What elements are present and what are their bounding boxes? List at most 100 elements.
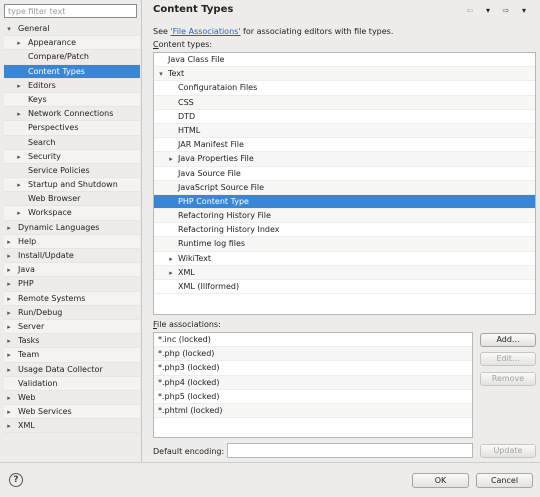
tree-item-editors[interactable]: ▸ Editors <box>4 78 140 93</box>
content-type-html[interactable]: HTML <box>154 123 535 139</box>
expand-closed-icon[interactable]: ▸ <box>4 405 14 419</box>
expand-closed-icon[interactable]: ▸ <box>4 320 14 334</box>
content-type-dtd[interactable]: DTD <box>154 110 535 124</box>
content-type-xml-illformed[interactable]: XML (Illformed) <box>154 280 535 295</box>
tree-item-remote-systems[interactable]: ▸ Remote Systems <box>4 291 140 306</box>
expand-closed-icon[interactable]: ▸ <box>14 36 24 50</box>
expand-closed-icon[interactable]: ▸ <box>4 263 14 277</box>
content-type-wikitext[interactable]: ▸ WikiText <box>154 252 535 266</box>
expand-closed-icon[interactable]: ▸ <box>4 221 14 235</box>
tree-item-startup-and-shutdown[interactable]: ▸ Startup and Shutdown <box>4 178 140 193</box>
tree-item-label: Network Connections <box>28 109 114 119</box>
chevron-down-icon[interactable]: ▾ <box>516 5 532 16</box>
file-association-item[interactable]: *.inc (locked) <box>154 333 472 348</box>
add-button[interactable]: Add... <box>480 333 536 347</box>
expand-closed-icon[interactable]: ▸ <box>4 249 14 263</box>
expand-closed-icon[interactable]: ▸ <box>4 334 14 348</box>
tree-item-server[interactable]: ▸ Server <box>4 319 140 335</box>
content-type-configurataion-files[interactable]: Configurataion Files <box>154 81 535 96</box>
content-type-php-content-type[interactable]: PHP Content Type <box>154 194 535 210</box>
tree-item-label: XML <box>18 421 35 431</box>
ok-button[interactable]: OK <box>412 473 469 488</box>
file-association-item[interactable]: *.php (locked) <box>154 347 472 362</box>
tree-item-help[interactable]: ▸ Help <box>4 234 140 249</box>
tree-item-general[interactable]: ▾ General <box>4 22 140 37</box>
tree-item-java[interactable]: ▸ Java <box>4 263 140 278</box>
tree-item-web[interactable]: ▸ Web <box>4 390 140 406</box>
tree-item-label: Install/Update <box>18 251 74 260</box>
default-encoding-input[interactable] <box>227 443 473 458</box>
tree-item-appearance[interactable]: ▸ Appearance <box>4 36 140 51</box>
tree-item-label: Remote Systems <box>18 293 86 303</box>
back-arrow-icon[interactable]: ⇦ <box>462 5 478 16</box>
expand-closed-icon[interactable]: ▸ <box>14 150 24 164</box>
dialog-button-bar: ? OK Cancel <box>0 462 540 497</box>
help-icon[interactable]: ? <box>9 473 23 487</box>
tree-item-tasks[interactable]: ▸ Tasks <box>4 334 140 349</box>
file-association-item[interactable]: *.phtml (locked) <box>154 403 472 419</box>
tree-item-perspectives[interactable]: Perspectives <box>4 121 140 136</box>
file-association-item[interactable]: *.php5 (locked) <box>154 390 472 404</box>
expand-closed-icon[interactable]: ▸ <box>166 152 176 166</box>
content-type-java-class-file[interactable]: Java Class File <box>154 53 535 68</box>
expand-closed-icon[interactable]: ▸ <box>4 363 14 377</box>
chevron-down-icon[interactable]: ▾ <box>480 5 496 16</box>
tree-item-usage-data-collector[interactable]: ▸ Usage Data Collector <box>4 362 140 377</box>
tree-item-search[interactable]: Search <box>4 135 140 150</box>
tree-item-team[interactable]: ▸ Team <box>4 348 140 363</box>
tree-item-service-policies[interactable]: Service Policies <box>4 163 140 179</box>
tree-item-dynamic-languages[interactable]: ▸ Dynamic Languages <box>4 220 140 235</box>
remove-button[interactable]: Remove <box>480 372 536 386</box>
cancel-button[interactable]: Cancel <box>476 473 533 488</box>
update-button[interactable]: Update <box>480 444 536 458</box>
content-type-jar-manifest-file[interactable]: JAR Manifest File <box>154 138 535 153</box>
tree-item-content-types[interactable]: Content Types <box>4 64 140 79</box>
expand-closed-icon[interactable]: ▸ <box>4 292 14 306</box>
tree-item-php[interactable]: ▸ PHP <box>4 277 140 292</box>
content-type-java-source-file[interactable]: Java Source File <box>154 167 535 181</box>
expand-closed-icon[interactable]: ▸ <box>4 348 14 362</box>
expand-closed-icon[interactable]: ▸ <box>4 235 14 249</box>
content-type-java-properties-file[interactable]: ▸ Java Properties File <box>154 152 535 167</box>
expand-closed-icon[interactable]: ▸ <box>4 391 14 405</box>
forward-arrow-icon[interactable]: ⇨ <box>498 5 514 16</box>
expand-open-icon[interactable]: ▾ <box>156 67 166 81</box>
tree-item-compare-patch[interactable]: Compare/Patch <box>4 50 140 65</box>
content-type-label: Java Class File <box>168 55 225 64</box>
content-type-runtime-log-files[interactable]: Runtime log files <box>154 237 535 252</box>
expand-open-icon[interactable]: ▾ <box>4 22 14 36</box>
expand-closed-icon[interactable]: ▸ <box>166 252 176 266</box>
expand-closed-icon[interactable]: ▸ <box>14 79 24 93</box>
content-type-label: CSS <box>178 97 194 107</box>
content-type-xml[interactable]: ▸ XML <box>154 265 535 280</box>
content-type-refactoring-history-index[interactable]: Refactoring History Index <box>154 223 535 238</box>
tree-item-run-debug[interactable]: ▸ Run/Debug <box>4 305 140 320</box>
tree-item-keys[interactable]: Keys <box>4 92 140 108</box>
content-type-text[interactable]: ▾ Text <box>154 67 535 82</box>
tree-item-install-update[interactable]: ▸ Install/Update <box>4 249 140 264</box>
expand-closed-icon[interactable]: ▸ <box>4 306 14 320</box>
file-association-item[interactable]: *.php4 (locked) <box>154 375 472 390</box>
content-type-css[interactable]: CSS <box>154 95 535 110</box>
expand-closed-icon[interactable]: ▸ <box>14 178 24 192</box>
expand-closed-icon[interactable]: ▸ <box>166 266 176 280</box>
tree-item-workspace[interactable]: ▸ Workspace <box>4 206 140 221</box>
expand-closed-icon[interactable]: ▸ <box>14 206 24 220</box>
tree-item-network-connections[interactable]: ▸ Network Connections <box>4 107 140 122</box>
filter-input[interactable]: type filter text <box>4 4 137 18</box>
content-type-refactoring-history-file[interactable]: Refactoring History File <box>154 209 535 224</box>
expand-closed-icon[interactable]: ▸ <box>14 107 24 121</box>
tree-item-label: Web <box>18 392 36 402</box>
tree-item-web-services[interactable]: ▸ Web Services <box>4 405 140 420</box>
tree-item-xml[interactable]: ▸ XML <box>4 419 140 434</box>
expand-closed-icon[interactable]: ▸ <box>4 419 14 433</box>
tree-item-web-browser[interactable]: Web Browser <box>4 192 140 207</box>
expand-closed-icon[interactable]: ▸ <box>4 277 14 291</box>
file-associations-link[interactable]: 'File Associations' <box>170 27 240 36</box>
edit-button[interactable]: Edit... <box>480 352 536 366</box>
content-type-javascript-source-file[interactable]: JavaScript Source File <box>154 180 535 195</box>
content-type-label: JAR Manifest File <box>178 140 244 150</box>
file-association-item[interactable]: *.php3 (locked) <box>154 361 472 376</box>
tree-item-validation[interactable]: Validation <box>4 376 140 391</box>
tree-item-security[interactable]: ▸ Security <box>4 149 140 164</box>
